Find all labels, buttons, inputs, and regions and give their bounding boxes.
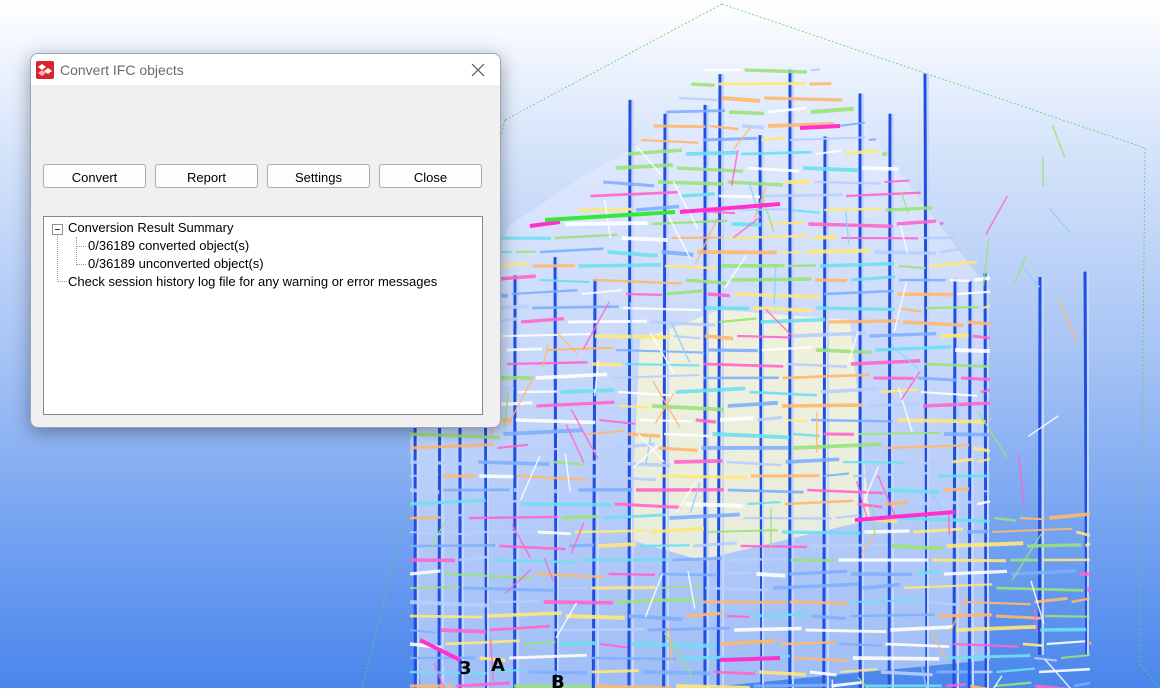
app-logo-icon [36, 61, 54, 79]
report-button[interactable]: Report [155, 164, 258, 188]
grid-label-a: A [491, 655, 505, 676]
convert-button[interactable]: Convert [43, 164, 146, 188]
close-button[interactable]: Close [379, 164, 482, 188]
tree-root-summary[interactable]: Conversion Result Summary [68, 219, 233, 237]
tree-item-log-note[interactable]: Check session history log file for any w… [68, 273, 437, 291]
grid-label-b: B [551, 672, 565, 693]
grid-label-3: 3 [459, 658, 472, 679]
conversion-result-tree[interactable]: Conversion Result Summary 0/36189 conver… [43, 216, 483, 415]
dialog-title: Convert IFC objects [60, 62, 184, 78]
close-window-button[interactable] [456, 54, 500, 85]
close-icon [471, 63, 485, 77]
tree-item-unconverted[interactable]: 0/36189 unconverted object(s) [88, 255, 264, 273]
tree-item-converted[interactable]: 0/36189 converted object(s) [88, 237, 249, 255]
settings-button[interactable]: Settings [267, 164, 370, 188]
dialog-titlebar: Convert IFC objects [31, 54, 500, 85]
convert-ifc-dialog: Convert IFC objects Convert Report Setti… [30, 53, 501, 428]
